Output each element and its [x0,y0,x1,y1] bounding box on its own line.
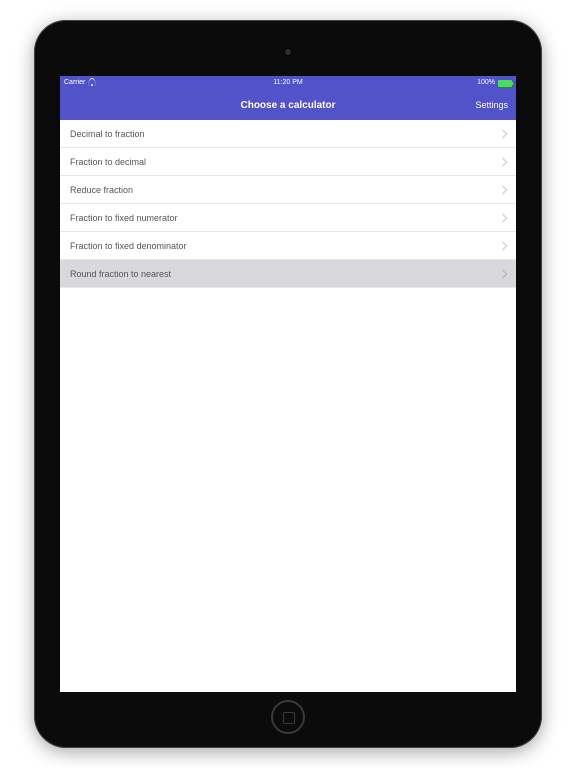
settings-button[interactable]: Settings [475,90,508,120]
list-item[interactable]: Fraction to decimal [60,148,516,176]
battery-icon [498,80,512,87]
chevron-right-icon [499,157,507,165]
list-item[interactable]: Decimal to fraction [60,120,516,148]
list-item-label: Fraction to fixed numerator [70,213,500,223]
ipad-frame: Carrier 11:20 PM 100% Choose a calculato… [34,20,542,748]
page-title: Choose a calculator [240,100,335,111]
chevron-right-icon [499,185,507,193]
battery-percent: 100% [477,76,495,90]
status-bar: Carrier 11:20 PM 100% [60,76,516,90]
list-item-label: Fraction to fixed denominator [70,241,500,251]
nav-bar: Choose a calculator Settings [60,90,516,120]
status-time: 11:20 PM [60,76,516,90]
calculator-list: Decimal to fraction Fraction to decimal … [60,120,516,288]
chevron-right-icon [499,129,507,137]
list-item[interactable]: Fraction to fixed numerator [60,204,516,232]
list-item-label: Round fraction to nearest [70,269,500,279]
home-button[interactable] [271,700,305,734]
list-item[interactable]: Reduce fraction [60,176,516,204]
device-screen: Carrier 11:20 PM 100% Choose a calculato… [60,76,516,692]
chevron-right-icon [499,213,507,221]
chevron-right-icon [499,241,507,249]
list-item[interactable]: Round fraction to nearest [60,260,516,288]
chevron-right-icon [499,269,507,277]
list-item-label: Fraction to decimal [70,157,500,167]
list-item-label: Decimal to fraction [70,129,500,139]
list-item-label: Reduce fraction [70,185,500,195]
list-item[interactable]: Fraction to fixed denominator [60,232,516,260]
front-camera-icon [284,48,292,56]
